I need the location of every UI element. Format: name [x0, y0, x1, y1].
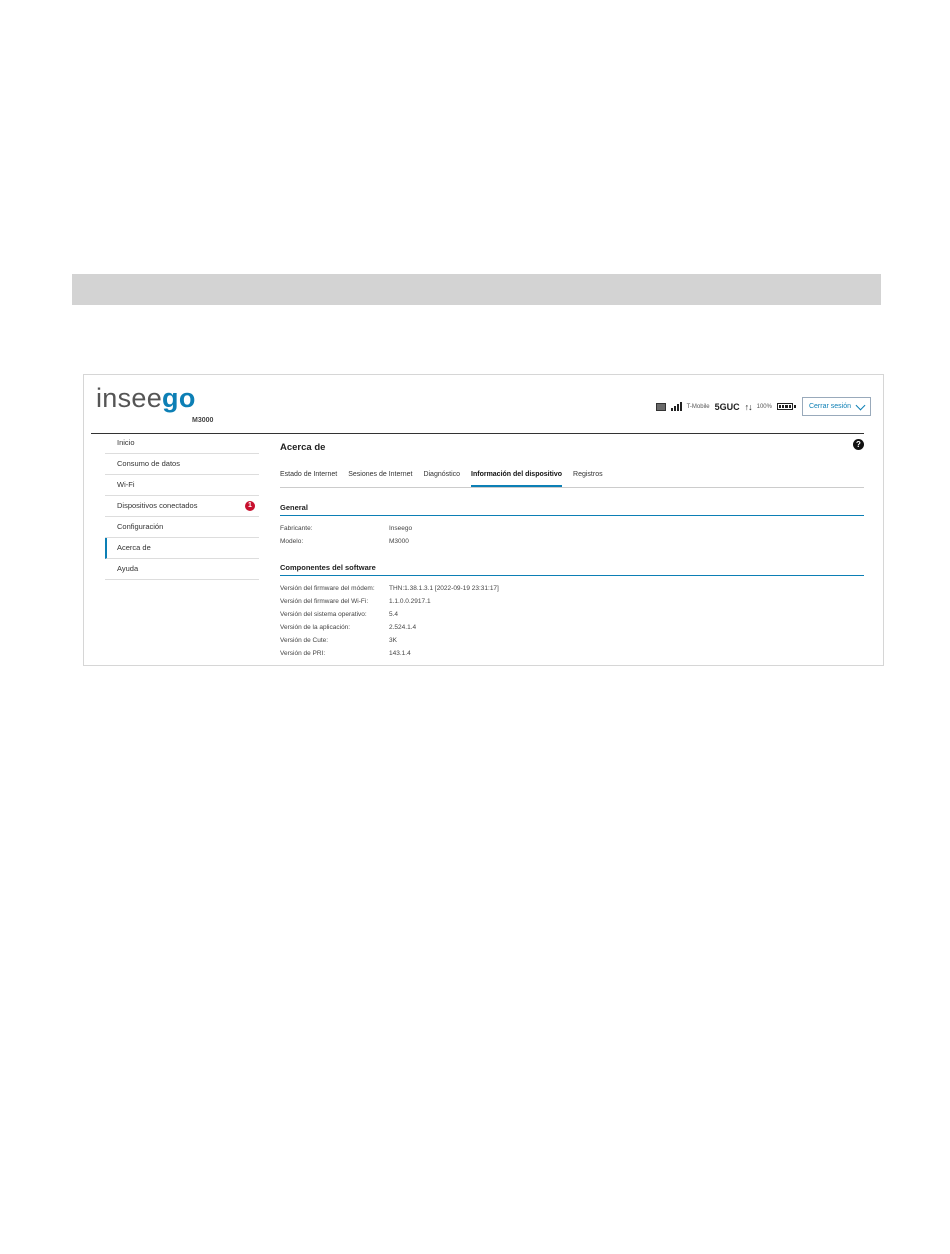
general-heading: General — [280, 503, 864, 516]
info-row: Modelo: M3000 — [280, 538, 409, 545]
tab-estado-internet[interactable]: Estado de Internet — [280, 468, 337, 486]
info-row: Versión del firmware del Wi-Fi: 1.1.0.0.2… — [280, 598, 431, 605]
sidebar-item-acerca[interactable]: Acerca de — [105, 538, 259, 559]
sidebar-item-inicio[interactable]: Inicio — [105, 433, 259, 454]
screenshot-frame: inseego M3000 T-Mobile 5GUC ↑↓ 100% Cerr… — [83, 374, 884, 666]
tab-bar: Estado de Internet Sesiones de Internet … — [280, 468, 864, 488]
tab-diagnostico[interactable]: Diagnóstico — [423, 468, 460, 486]
info-row: Versión de la aplicación: 2.524.1.4 — [280, 624, 417, 631]
sidebar-item-consumo[interactable]: Consumo de datos — [105, 454, 259, 475]
info-row: Versión del firmware del módem: THN:1.38.… — [280, 585, 499, 592]
model-label: M3000 — [192, 417, 214, 424]
battery-percent: 100% — [756, 403, 772, 410]
tab-informacion-dispositivo[interactable]: Información del dispositivo — [471, 468, 563, 487]
sidebar-item-ayuda[interactable]: Ayuda — [105, 559, 259, 580]
inseego-logo: inseego — [96, 383, 196, 413]
gray-band — [72, 274, 881, 305]
info-row: Versión de Cute: 3K — [280, 637, 397, 644]
sidebar: Inicio Consumo de datos Wi-Fi Dispositiv… — [105, 433, 259, 580]
help-icon[interactable]: ? — [853, 439, 864, 450]
sidebar-item-configuracion[interactable]: Configuración — [105, 517, 259, 538]
status-bar: T-Mobile 5GUC ↑↓ 100% Cerrar sesión — [655, 397, 871, 416]
info-row: Versión de PRI: 143.1.4 — [280, 650, 411, 657]
network-type: 5GUC — [714, 401, 740, 412]
signal-icon — [670, 402, 682, 411]
logout-button[interactable]: Cerrar sesión — [801, 397, 871, 416]
battery-icon — [776, 403, 796, 410]
info-row: Fabricante: Inseego — [280, 525, 413, 532]
carrier-label: T-Mobile — [686, 403, 710, 410]
message-icon[interactable] — [655, 402, 666, 411]
software-heading: Componentes del software — [280, 563, 864, 576]
page-title: Acerca de — [280, 442, 326, 453]
alert-badge: 1 — [245, 501, 255, 511]
sidebar-item-wifi[interactable]: Wi-Fi — [105, 475, 259, 496]
data-activity-icon: ↑↓ — [744, 401, 753, 412]
info-row: Versión del sistema operativo: 5.4 — [280, 611, 399, 618]
sidebar-item-dispositivos[interactable]: Dispositivos conectados 1 — [105, 496, 259, 517]
chevron-down-icon — [855, 400, 866, 410]
tab-registros[interactable]: Registros — [573, 468, 603, 486]
tab-sesiones-internet[interactable]: Sesiones de Internet — [348, 468, 412, 486]
